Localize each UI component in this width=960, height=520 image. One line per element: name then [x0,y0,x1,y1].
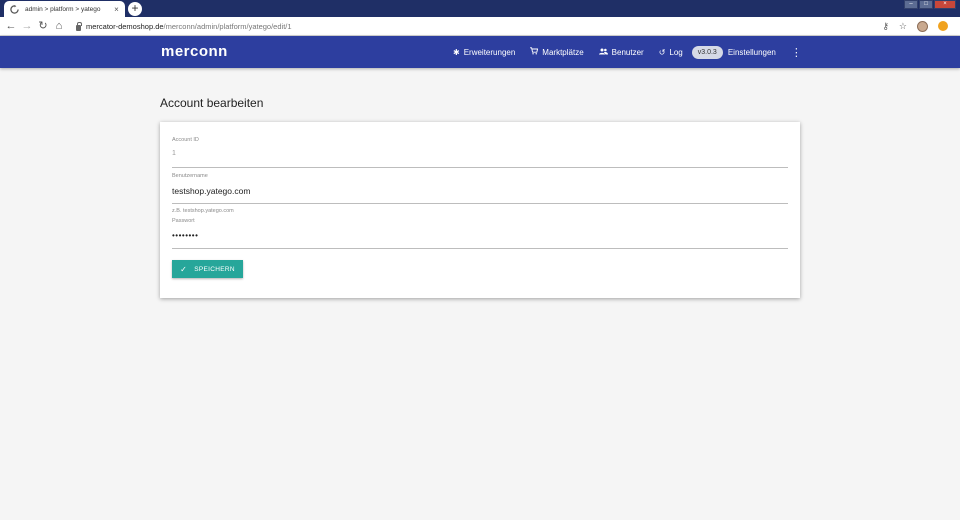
more-vert-icon[interactable]: ⋮ [791,46,802,59]
username-hint: z.B. testshop.yatego.com [172,208,234,214]
tab-title: admin > platform > yatego [25,5,101,13]
reload-icon[interactable]: ↻ [37,20,49,32]
maximize-icon[interactable]: □ [919,0,933,9]
nav-einstellungen[interactable]: Einstellungen [728,48,776,57]
nav-erweiterungen[interactable]: ✱ Erweiterungen [453,48,515,57]
back-icon[interactable]: ← [5,20,17,32]
address-bar: ← → ↻ ⌂ mercator-demoshop.de/merconn/adm… [0,17,960,36]
nav-label: Erweiterungen [463,47,516,57]
browser-tab[interactable]: admin > platform > yatego × [4,1,125,17]
page-title: Account bearbeiten [160,96,264,110]
url-field[interactable]: mercator-demoshop.de/merconn/admin/platf… [76,21,292,32]
app-logo[interactable]: merconn [161,43,228,60]
url-host: mercator-demoshop.de [86,22,164,31]
nav-log[interactable]: ↺ Log [659,48,683,57]
password-field: Passwort •••••••• [172,218,788,249]
tab-close-icon[interactable]: × [112,5,121,14]
new-tab-button[interactable]: + [128,2,142,16]
password-label: Passwort [172,218,195,224]
star-icon[interactable]: ☆ [899,20,907,32]
tab-loading-icon [10,4,19,14]
key-icon[interactable]: ⚷ [882,20,889,32]
app-header: merconn ✱ Erweiterungen Marktplätze Benu… [0,36,960,68]
version-badge: v3.0.3 [691,45,723,59]
account-id-label: Account ID [172,137,199,143]
minimize-icon[interactable]: – [904,0,918,9]
nav-benutzer[interactable]: Benutzer [598,47,644,57]
log-icon: ↺ [658,47,666,57]
nav-label: Marktplätze [542,47,584,57]
nav-label: Benutzer [611,47,644,57]
home-icon[interactable]: ⌂ [53,20,65,32]
window-controls: – □ × [904,0,956,9]
account-form-card: Account ID 1 Benutzername testshop.yateg… [160,122,800,298]
url-path: /merconn/admin/platform/yatego/edit/1 [163,22,292,31]
main-nav: ✱ Erweiterungen Marktplätze Benutzer ↺ L… [453,36,802,68]
users-icon [598,48,608,57]
puzzle-icon: ✱ [453,47,460,57]
username-field: Benutzername testshop.yatego.com [172,173,788,204]
save-button-label: SPEICHERN [194,265,235,273]
lock-icon [76,21,82,31]
extension-icon[interactable] [938,21,948,31]
forward-icon[interactable]: → [21,20,33,32]
save-button[interactable]: ✓ SPEICHERN [172,260,243,278]
nav-label: Log [669,47,683,57]
profile-avatar[interactable] [917,20,928,32]
check-icon: ✓ [180,264,188,274]
account-id-field: Account ID 1 [172,137,788,168]
account-id-input: 1 [172,150,788,168]
cart-icon [530,47,539,57]
username-label: Benutzername [172,173,208,179]
nav-label: Einstellungen [727,47,776,57]
browser-tab-strip: admin > platform > yatego × + – □ × [0,0,960,17]
window-close-icon[interactable]: × [934,0,956,9]
password-input[interactable]: •••••••• [172,228,788,249]
nav-marktplaetze[interactable]: Marktplätze [530,47,584,57]
username-input[interactable]: testshop.yatego.com [172,186,788,204]
